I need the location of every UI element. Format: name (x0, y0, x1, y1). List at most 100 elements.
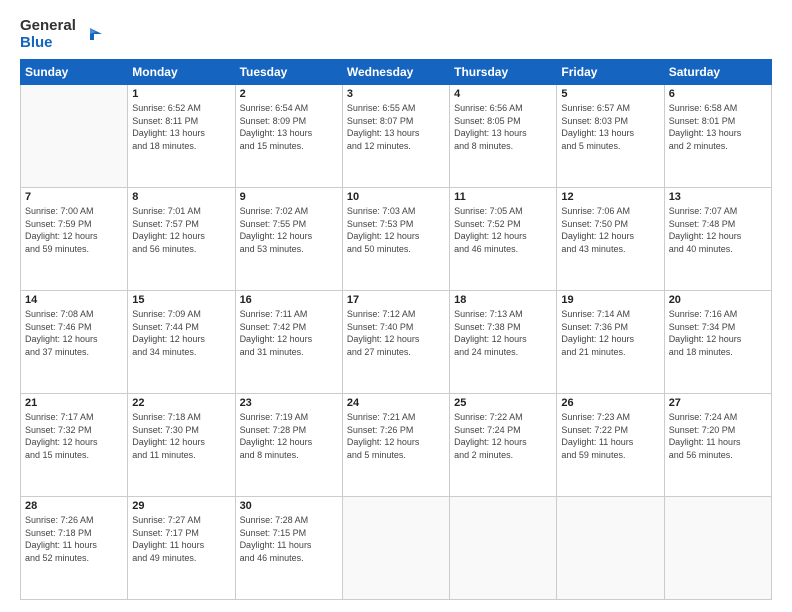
calendar-cell: 1 Sunrise: 6:52 AMSunset: 8:11 PMDaylight… (128, 85, 235, 188)
day-number: 2 (240, 88, 338, 100)
logo-general: General (20, 18, 76, 35)
day-number: 7 (25, 191, 123, 203)
calendar-cell (557, 497, 664, 600)
day-number: 9 (240, 191, 338, 203)
calendar-cell: 22 Sunrise: 7:18 AMSunset: 7:30 PMDayligh… (128, 394, 235, 497)
col-header-wednesday: Wednesday (342, 60, 449, 85)
calendar-cell: 15 Sunrise: 7:09 AMSunset: 7:44 PMDayligh… (128, 291, 235, 394)
col-header-sunday: Sunday (21, 60, 128, 85)
calendar-cell: 25 Sunrise: 7:22 AMSunset: 7:24 PMDayligh… (450, 394, 557, 497)
day-number: 10 (347, 191, 445, 203)
calendar-cell (342, 497, 449, 600)
day-number: 5 (561, 88, 659, 100)
day-number: 8 (132, 191, 230, 203)
col-header-tuesday: Tuesday (235, 60, 342, 85)
day-detail: Sunrise: 7:17 AMSunset: 7:32 PMDaylight:… (25, 411, 123, 461)
calendar-cell: 16Sunrise: 7:11 AMSunset: 7:42 PMDayligh… (235, 291, 342, 394)
day-number: 4 (454, 88, 552, 100)
calendar-cell (450, 497, 557, 600)
calendar-week-row: 28 Sunrise: 7:26 AMSunset: 7:18 PMDayligh… (21, 497, 772, 600)
calendar-cell: 24Sunrise: 7:21 AMSunset: 7:26 PMDayligh… (342, 394, 449, 497)
day-detail: Sunrise: 7:28 AMSunset: 7:15 PMDaylight:… (240, 514, 338, 564)
day-detail: Sunrise: 7:12 AMSunset: 7:40 PMDaylight:… (347, 308, 445, 358)
day-detail: Sunrise: 7:09 AMSunset: 7:44 PMDaylight:… (132, 308, 230, 358)
day-number: 28 (25, 500, 123, 512)
col-header-saturday: Saturday (664, 60, 771, 85)
day-detail: Sunrise: 7:06 AMSunset: 7:50 PMDaylight:… (561, 205, 659, 255)
day-number: 25 (454, 397, 552, 409)
calendar-cell: 26 Sunrise: 7:23 AMSunset: 7:22 PMDayligh… (557, 394, 664, 497)
day-number: 27 (669, 397, 767, 409)
day-detail: Sunrise: 7:19 AMSunset: 7:28 PMDaylight:… (240, 411, 338, 461)
calendar-cell: 14 Sunrise: 7:08 AMSunset: 7:46 PMDayligh… (21, 291, 128, 394)
calendar-cell: 28 Sunrise: 7:26 AMSunset: 7:18 PMDayligh… (21, 497, 128, 600)
day-number: 20 (669, 294, 767, 306)
day-detail: Sunrise: 7:24 AMSunset: 7:20 PMDaylight:… (669, 411, 767, 461)
logo-blue: Blue (20, 35, 76, 52)
calendar-cell: 6 Sunrise: 6:58 AMSunset: 8:01 PMDaylight… (664, 85, 771, 188)
day-detail: Sunrise: 7:07 AMSunset: 7:48 PMDaylight:… (669, 205, 767, 255)
col-header-thursday: Thursday (450, 60, 557, 85)
calendar-cell: 12 Sunrise: 7:06 AMSunset: 7:50 PMDayligh… (557, 188, 664, 291)
calendar-cell: 8 Sunrise: 7:01 AMSunset: 7:57 PMDaylight… (128, 188, 235, 291)
calendar-cell (664, 497, 771, 600)
day-detail: Sunrise: 6:54 AMSunset: 8:09 PMDaylight:… (240, 102, 338, 152)
day-number: 17 (347, 294, 445, 306)
day-number: 22 (132, 397, 230, 409)
calendar-header-row: SundayMondayTuesdayWednesdayThursdayFrid… (21, 60, 772, 85)
calendar-cell: 29 Sunrise: 7:27 AMSunset: 7:17 PMDayligh… (128, 497, 235, 600)
calendar-cell: 30 Sunrise: 7:28 AMSunset: 7:15 PMDayligh… (235, 497, 342, 600)
logo-bird-icon (80, 24, 102, 46)
day-detail: Sunrise: 6:56 AMSunset: 8:05 PMDaylight:… (454, 102, 552, 152)
calendar-cell: 4 Sunrise: 6:56 AMSunset: 8:05 PMDaylight… (450, 85, 557, 188)
day-number: 14 (25, 294, 123, 306)
day-detail: Sunrise: 7:22 AMSunset: 7:24 PMDaylight:… (454, 411, 552, 461)
calendar-cell: 2 Sunrise: 6:54 AMSunset: 8:09 PMDaylight… (235, 85, 342, 188)
day-detail: Sunrise: 7:13 AMSunset: 7:38 PMDaylight:… (454, 308, 552, 358)
day-detail: Sunrise: 7:03 AMSunset: 7:53 PMDaylight:… (347, 205, 445, 255)
day-number: 30 (240, 500, 338, 512)
day-detail: Sunrise: 7:27 AMSunset: 7:17 PMDaylight:… (132, 514, 230, 564)
calendar-cell: 21 Sunrise: 7:17 AMSunset: 7:32 PMDayligh… (21, 394, 128, 497)
calendar-week-row: 7Sunrise: 7:00 AMSunset: 7:59 PMDaylight… (21, 188, 772, 291)
col-header-monday: Monday (128, 60, 235, 85)
calendar-cell: 3Sunrise: 6:55 AMSunset: 8:07 PMDaylight… (342, 85, 449, 188)
calendar-cell: 10 Sunrise: 7:03 AMSunset: 7:53 PMDayligh… (342, 188, 449, 291)
calendar-week-row: 21 Sunrise: 7:17 AMSunset: 7:32 PMDayligh… (21, 394, 772, 497)
day-number: 21 (25, 397, 123, 409)
day-number: 26 (561, 397, 659, 409)
day-detail: Sunrise: 6:52 AMSunset: 8:11 PMDaylight:… (132, 102, 230, 152)
day-number: 19 (561, 294, 659, 306)
calendar-cell: 5 Sunrise: 6:57 AMSunset: 8:03 PMDaylight… (557, 85, 664, 188)
calendar-table: SundayMondayTuesdayWednesdayThursdayFrid… (20, 59, 772, 600)
day-number: 13 (669, 191, 767, 203)
day-number: 23 (240, 397, 338, 409)
day-detail: Sunrise: 7:26 AMSunset: 7:18 PMDaylight:… (25, 514, 123, 564)
day-number: 18 (454, 294, 552, 306)
day-detail: Sunrise: 7:23 AMSunset: 7:22 PMDaylight:… (561, 411, 659, 461)
day-detail: Sunrise: 6:57 AMSunset: 8:03 PMDaylight:… (561, 102, 659, 152)
day-detail: Sunrise: 7:05 AMSunset: 7:52 PMDaylight:… (454, 205, 552, 255)
day-detail: Sunrise: 7:18 AMSunset: 7:30 PMDaylight:… (132, 411, 230, 461)
day-number: 12 (561, 191, 659, 203)
calendar-cell (21, 85, 128, 188)
day-detail: Sunrise: 7:01 AMSunset: 7:57 PMDaylight:… (132, 205, 230, 255)
calendar-cell: 27 Sunrise: 7:24 AMSunset: 7:20 PMDayligh… (664, 394, 771, 497)
calendar-cell: 20Sunrise: 7:16 AMSunset: 7:34 PMDayligh… (664, 291, 771, 394)
day-number: 11 (454, 191, 552, 203)
calendar-cell: 17 Sunrise: 7:12 AMSunset: 7:40 PMDayligh… (342, 291, 449, 394)
day-number: 6 (669, 88, 767, 100)
day-detail: Sunrise: 7:11 AMSunset: 7:42 PMDaylight:… (240, 308, 338, 358)
calendar-week-row: 1 Sunrise: 6:52 AMSunset: 8:11 PMDaylight… (21, 85, 772, 188)
calendar-cell: 7Sunrise: 7:00 AMSunset: 7:59 PMDaylight… (21, 188, 128, 291)
day-detail: Sunrise: 7:08 AMSunset: 7:46 PMDaylight:… (25, 308, 123, 358)
calendar-cell: 18 Sunrise: 7:13 AMSunset: 7:38 PMDayligh… (450, 291, 557, 394)
day-number: 29 (132, 500, 230, 512)
logo: General Blue (20, 18, 102, 51)
day-detail: Sunrise: 6:58 AMSunset: 8:01 PMDaylight:… (669, 102, 767, 152)
day-number: 15 (132, 294, 230, 306)
calendar-week-row: 14 Sunrise: 7:08 AMSunset: 7:46 PMDayligh… (21, 291, 772, 394)
day-number: 3 (347, 88, 445, 100)
calendar-cell: 19Sunrise: 7:14 AMSunset: 7:36 PMDayligh… (557, 291, 664, 394)
day-number: 1 (132, 88, 230, 100)
